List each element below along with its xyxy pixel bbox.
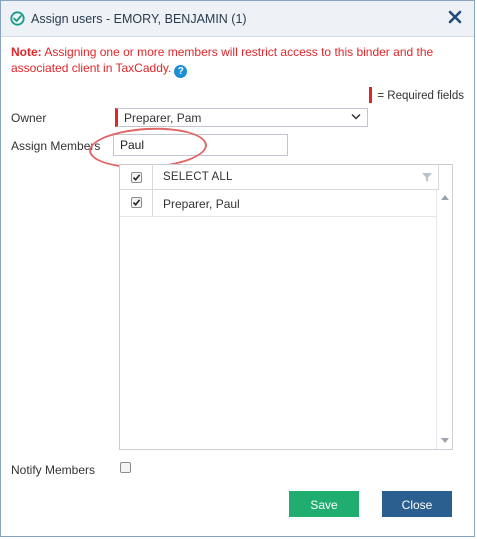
question-circle-icon[interactable]: ?: [174, 65, 188, 78]
required-fields-text: = Required fields: [377, 90, 464, 102]
required-fields-legend: = Required fields: [369, 87, 464, 103]
owner-select[interactable]: Preparer, Pam: [115, 108, 368, 127]
required-marker: [369, 87, 373, 103]
member-name: Preparer, Paul: [163, 197, 240, 211]
close-button[interactable]: Close: [382, 491, 452, 517]
dialog-title: Assign users - EMORY, BENJAMIN (1): [31, 12, 247, 26]
assign-members-label: Assign Members: [11, 139, 101, 153]
filter-icon[interactable]: [422, 173, 432, 182]
members-list-header: SELECT ALL: [120, 165, 439, 190]
chevron-down-icon: [351, 113, 361, 120]
save-button[interactable]: Save: [289, 491, 359, 517]
close-icon[interactable]: [446, 8, 464, 26]
notify-members-label: Notify Members: [11, 463, 96, 477]
note-text: Assigning one or more members will restr…: [11, 45, 434, 75]
member-checkbox[interactable]: [131, 197, 142, 208]
column-separator: [152, 190, 153, 216]
owner-selected-value: Preparer, Pam: [124, 111, 202, 125]
list-scrollbar[interactable]: [436, 190, 452, 449]
note-prefix: Note:: [11, 45, 42, 59]
dialog-titlebar: Assign users - EMORY, BENJAMIN (1): [1, 1, 474, 37]
notify-members-checkbox[interactable]: [120, 462, 131, 473]
assign-members-input[interactable]: [113, 134, 288, 156]
owner-label: Owner: [11, 111, 47, 125]
check-circle-icon: [10, 11, 25, 26]
assign-users-dialog: Assign users - EMORY, BENJAMIN (1) Note:…: [0, 0, 475, 537]
list-item[interactable]: Preparer, Paul: [120, 190, 438, 217]
scroll-down-icon[interactable]: [441, 438, 449, 443]
scroll-up-icon[interactable]: [441, 195, 449, 200]
column-separator: [152, 165, 153, 189]
restriction-note: Note: Assigning one or more members will…: [11, 44, 461, 78]
header-right-separator: [438, 165, 439, 190]
members-list: SELECT ALL Preparer, Paul: [119, 164, 453, 450]
select-all-checkbox[interactable]: [131, 172, 142, 183]
select-all-label: SELECT ALL: [163, 171, 233, 183]
